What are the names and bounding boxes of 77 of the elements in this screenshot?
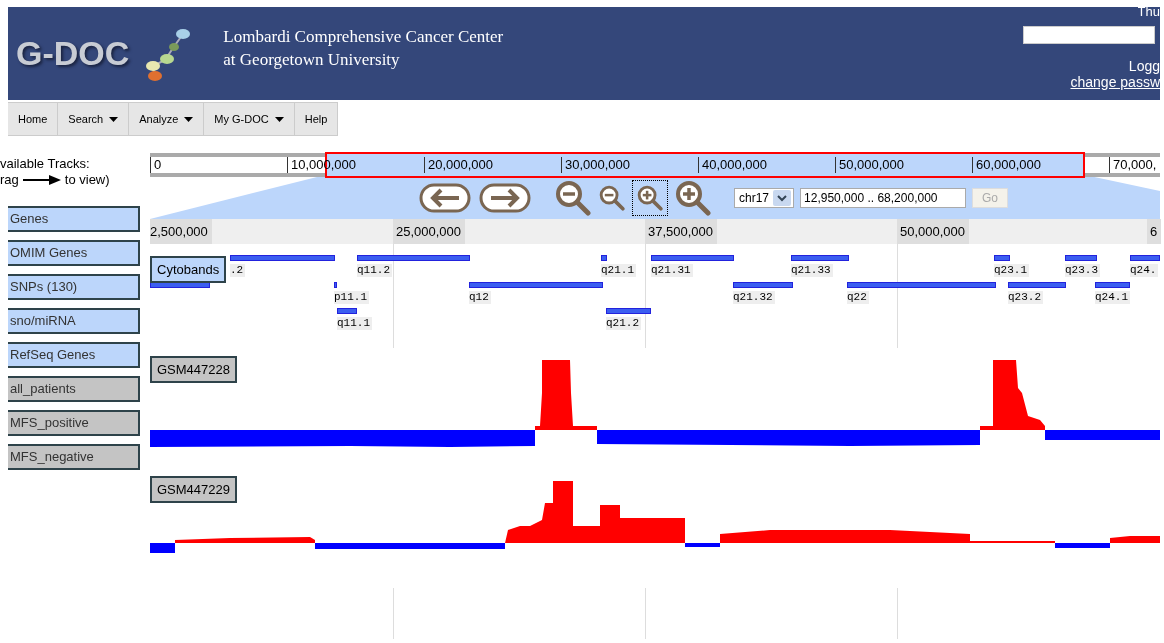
ruler-label: 20,000,000 [424,157,494,173]
cytoband-label: q23.2 [1008,291,1043,304]
ruler-label: 70,000, [1109,157,1157,173]
hint-text: rag [0,172,19,188]
arrow-icon [22,175,61,185]
cytoband-label: q12 [469,291,491,304]
tracks-title: vailable Tracks: [0,156,91,172]
cytoband-label: .2 [230,264,246,277]
login-label: Logg [1128,58,1160,74]
track-button[interactable]: sno/miRNA [8,308,140,334]
ruler-label: 2,500,000 [150,219,212,244]
track-button[interactable]: MFS_positive [8,410,140,436]
ruler-label: 50,000,000 [835,157,905,173]
cytoband-bar [1095,282,1130,288]
cytoband-label: q11.2 [357,264,392,277]
cytoband-label: q21.1 [601,264,636,277]
caret-icon [274,116,284,122]
track-button[interactable]: Genes [8,206,140,232]
ruler-label: 60,000,000 [972,157,1042,173]
cytoband-label: q22 [847,291,869,304]
right-arrow-icon[interactable] [478,182,532,214]
ruler-label: 30,000,000 [561,157,631,173]
location-field[interactable]: 12,950,000 .. 68,200,000 [800,188,967,208]
chevron-icon [773,190,792,206]
cytoband-bar [606,308,651,314]
nav-menu-item[interactable]: My G-DOC [204,102,295,136]
track-label[interactable]: GSM447228 [150,356,237,383]
track-label[interactable]: Cytobands [150,256,227,283]
cytoband-bar [1130,255,1160,261]
cytoband-bar [994,255,1010,261]
nav-menu-item[interactable]: Analyze [129,102,205,136]
zoom-in-icon[interactable] [632,180,668,216]
caret-icon [184,116,194,122]
cytoband-label: q21.32 [733,291,775,304]
cytoband-bar [733,282,793,288]
cytoband-bar [601,255,607,261]
track-button[interactable]: SNPs (130) [8,274,140,300]
track-button[interactable]: all_patients [8,376,140,402]
track-button[interactable]: MFS_negative [8,444,140,470]
organization-name: Lombardi Comprehensive Cancer Center [223,25,504,48]
cytoband-label: q21.2 [606,317,641,330]
nav-menu-item[interactable]: Home [8,102,59,136]
ruler-label: 0 [150,157,162,173]
logo-text: G-DOC [16,34,130,73]
track-button[interactable]: RefSeq Genes [8,342,140,368]
ruler-label: 25,000,000 [393,219,466,244]
track-label[interactable]: GSM447229 [150,476,237,503]
cytoband-label: q21.31 [651,264,693,277]
cytoband-bar [337,308,357,314]
cytoband-label: q21.33 [791,264,833,277]
cytoband-bar [791,255,849,261]
date-text: Thu [1137,7,1160,16]
login-field[interactable] [1023,26,1155,44]
ruler-label: 40,000,000 [698,157,768,173]
change-password-link[interactable]: change passw [1070,74,1160,90]
cytoband-label: q23.1 [994,264,1029,277]
cytoband-label: q11.1 [337,317,372,330]
cytoband-bar [1008,282,1066,288]
chromosome-select[interactable]: chr17 [734,188,795,208]
zoom-out-icon[interactable] [598,184,626,212]
nav-menu-item[interactable]: Help [294,102,339,136]
cytoband-label: q23.3 [1065,264,1100,277]
cytoband-label: q24.1 [1095,291,1130,304]
ruler-label: 50,000,000 [897,219,970,244]
cytoband-label: q24. [1130,264,1159,277]
organization-name: at Georgetown University [223,48,401,71]
ruler-label: 37,500,000 [645,219,718,244]
cytoband-bar [1065,255,1097,261]
hint-text: to view) [64,172,110,188]
ruler-label: 6 [1147,219,1162,244]
cytoband-label: p11.1 [334,291,369,304]
track-button[interactable]: OMIM Genes [8,240,140,266]
zoom-out-icon[interactable] [554,179,592,217]
nav-menu-item[interactable]: Search [58,102,130,136]
cytoband-bar [334,282,337,288]
caret-icon [109,116,119,122]
left-arrow-icon[interactable] [418,182,472,214]
